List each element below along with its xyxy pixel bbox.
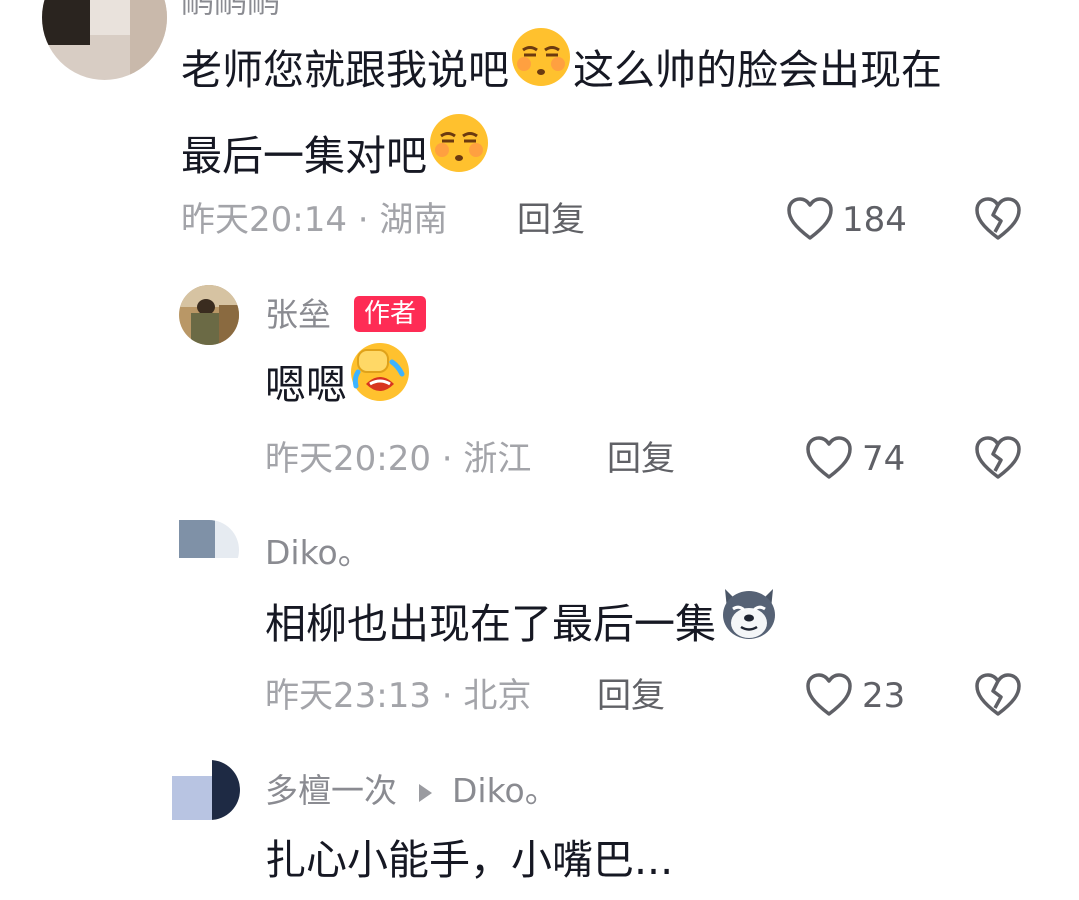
comment-text: 相柳也出现在了最后一集 <box>265 583 782 671</box>
like-count: 74 <box>862 439 906 479</box>
comment-text: 老师您就跟我说吧 这么帅的脸会出现在 最后一集对吧 <box>181 28 942 202</box>
like-count: 23 <box>862 676 906 716</box>
comment-time: 昨天23:13 <box>265 676 431 716</box>
heart-outline-icon[interactable] <box>786 196 834 242</box>
comment-text-line: 这么帅的脸会出现在 <box>573 46 942 94</box>
heart-outline-icon[interactable] <box>805 672 853 718</box>
avatar[interactable] <box>42 0 167 80</box>
comment-time: 昨天20:14 <box>181 200 347 240</box>
reply-button[interactable]: 回复 <box>517 203 585 237</box>
author-avatar[interactable] <box>179 285 239 345</box>
broken-heart-icon[interactable] <box>974 196 1022 242</box>
comment-text-line: 扎心小能手，小嘴巴... <box>265 836 674 884</box>
meta-separator: · <box>441 676 453 716</box>
broken-heart-icon[interactable] <box>974 672 1022 718</box>
author-badge: 作者 <box>354 296 427 332</box>
comment-text: 扎心小能手，小嘴巴... <box>265 822 673 898</box>
comment-location: 浙江 <box>463 439 532 479</box>
comment-username[interactable]: Diko。 <box>265 536 371 569</box>
broken-heart-icon[interactable] <box>974 435 1022 481</box>
reply-button[interactable]: 回复 <box>597 679 665 713</box>
facepalm-laugh-emoji-icon <box>348 340 412 428</box>
comment-text-line: 相柳也出现在了最后一集 <box>265 600 716 648</box>
comment-username[interactable]: 鸸鸸鸸 <box>181 0 280 17</box>
reply-button[interactable]: 回复 <box>607 442 675 476</box>
husky-dog-emoji-icon <box>717 579 781 667</box>
smug-face-emoji-icon <box>428 112 490 198</box>
comment-text-line: 嗯嗯 <box>265 361 347 409</box>
comment-text-line: 老师您就跟我说吧 <box>181 46 509 94</box>
meta-separator: · <box>441 439 453 479</box>
meta-separator: · <box>357 200 369 240</box>
comment-location: 北京 <box>463 676 532 716</box>
comment-time: 昨天20:20 <box>265 439 431 479</box>
comment-meta: 昨天20:14 · 湖南 <box>181 203 447 237</box>
comment-meta: 昨天23:13 · 北京 <box>265 679 531 713</box>
comment-text-line: 最后一集对吧 <box>181 132 427 180</box>
avatar[interactable] <box>179 520 239 580</box>
triangle-right-icon <box>416 782 434 804</box>
reply-to-username[interactable]: Diko。 <box>452 771 558 810</box>
comment-username[interactable]: 多檀一次 <box>265 771 397 810</box>
smug-face-emoji-icon <box>510 26 572 112</box>
comment-username[interactable]: 张垒 <box>265 298 331 331</box>
like-count: 184 <box>842 200 907 240</box>
heart-outline-icon[interactable] <box>805 435 853 481</box>
avatar[interactable] <box>172 760 240 820</box>
comment-text: 嗯嗯 <box>265 343 413 432</box>
comment-meta: 昨天20:20 · 浙江 <box>265 442 531 476</box>
comment-location: 湖南 <box>379 200 448 240</box>
comment-username-line: 多檀一次 Diko。 <box>265 774 558 807</box>
